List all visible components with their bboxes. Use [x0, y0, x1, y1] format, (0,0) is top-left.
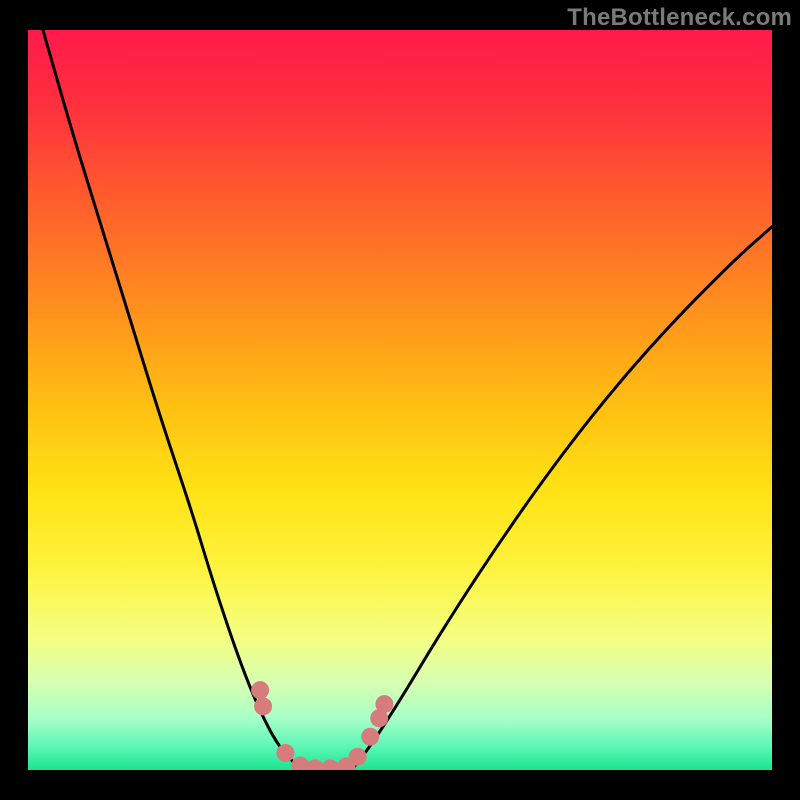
marker-dot [321, 760, 339, 778]
marker-dot [361, 728, 379, 746]
marker-dot [254, 697, 272, 715]
marker-dot [375, 695, 393, 713]
marker-dot [349, 748, 367, 766]
marker-dot [291, 757, 309, 775]
marker-dot [251, 681, 269, 699]
marker-dot [276, 744, 294, 762]
attribution-text: TheBottleneck.com [567, 4, 792, 32]
bottleneck-chart [0, 0, 800, 800]
gradient-background [28, 30, 772, 770]
chart-stage: TheBottleneck.com [0, 0, 800, 800]
